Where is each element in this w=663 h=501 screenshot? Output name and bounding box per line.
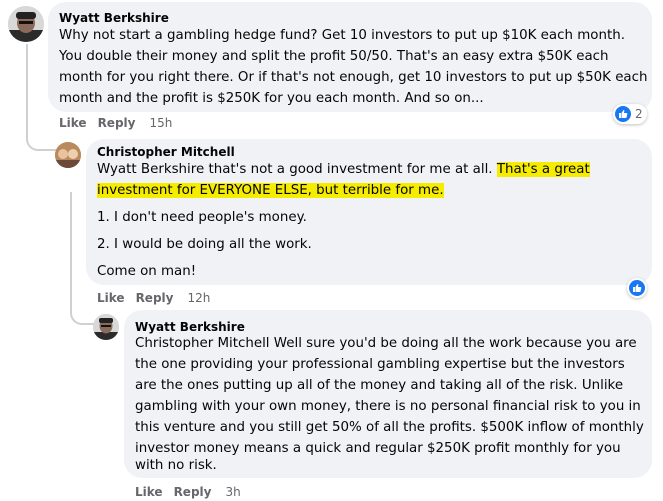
comment-author[interactable]: Wyatt Berkshire xyxy=(59,11,169,25)
highlighted-text: That's a great xyxy=(496,162,590,177)
comment-actions: Like Reply 3h xyxy=(135,485,252,499)
avatar[interactable] xyxy=(8,6,44,42)
comment-author[interactable]: Wyatt Berkshire xyxy=(135,320,245,334)
reaction-badge[interactable] xyxy=(627,278,647,298)
mention-link[interactable]: Wyatt Berkshire xyxy=(97,162,204,177)
comment-text-line: 1. I don't need people's money. xyxy=(97,210,307,225)
reaction-count-badge[interactable]: 2 xyxy=(613,104,647,124)
comment-text-line: month and the profit is $250K for you ea… xyxy=(59,91,484,106)
comment-text: Well sure you'd be doing all the work be… xyxy=(269,336,637,351)
reply-button[interactable]: Reply xyxy=(174,485,212,499)
like-button[interactable]: Like xyxy=(135,485,163,499)
avatar[interactable] xyxy=(93,314,119,340)
avatar-image xyxy=(8,6,44,42)
comment-text-line: Come on man! xyxy=(97,264,197,279)
like-reaction-icon xyxy=(629,280,645,296)
comment-text-line: 2. I would be doing all the work. xyxy=(97,237,312,252)
like-button[interactable]: Like xyxy=(97,291,125,305)
reply-button[interactable]: Reply xyxy=(98,116,136,130)
comment-text-line: Wyatt Berkshire that's not a good invest… xyxy=(97,159,590,180)
like-reaction-icon xyxy=(615,106,631,122)
comment-text-line: are the ones putting up all of the money… xyxy=(135,378,624,393)
comment-text-line: month for you right there. Or if that's … xyxy=(59,70,648,85)
highlighted-text: investment for EVERYONE ELSE, but terrib… xyxy=(97,183,444,198)
comment-text-line: investment for EVERYONE ELSE, but terrib… xyxy=(97,180,444,201)
comment-text-line: the one providing your professional gamb… xyxy=(135,357,625,372)
comment-author[interactable]: Christopher Mitchell xyxy=(97,145,235,159)
mention-link[interactable]: Christopher Mitchell xyxy=(135,336,270,351)
comment-text-line: Why not start a gambling hedge fund? Get… xyxy=(59,28,625,43)
timestamp[interactable]: 3h xyxy=(225,485,240,499)
comment-text-line: Christopher Mitchell Well sure you'd be … xyxy=(135,333,637,354)
comment-text: that's not a good investment for me at a… xyxy=(204,162,497,177)
comment-text-line: gambling with your own money, there is n… xyxy=(135,399,641,414)
comment-text-line: You double their money and split the pro… xyxy=(59,49,609,64)
timestamp[interactable]: 15h xyxy=(149,116,172,130)
reply-button[interactable]: Reply xyxy=(136,291,174,305)
comment-actions: Like Reply 12h xyxy=(97,291,221,305)
comment-text-line: with no risk. xyxy=(135,458,217,473)
reaction-count: 2 xyxy=(635,107,643,121)
like-button[interactable]: Like xyxy=(59,116,87,130)
avatar-image xyxy=(55,142,81,168)
comment-text-line: this venture and you still get 50% of al… xyxy=(135,420,644,435)
timestamp[interactable]: 12h xyxy=(187,291,210,305)
avatar[interactable] xyxy=(55,142,81,168)
comment-actions: Like Reply 15h xyxy=(59,116,183,130)
avatar-image xyxy=(93,314,119,340)
